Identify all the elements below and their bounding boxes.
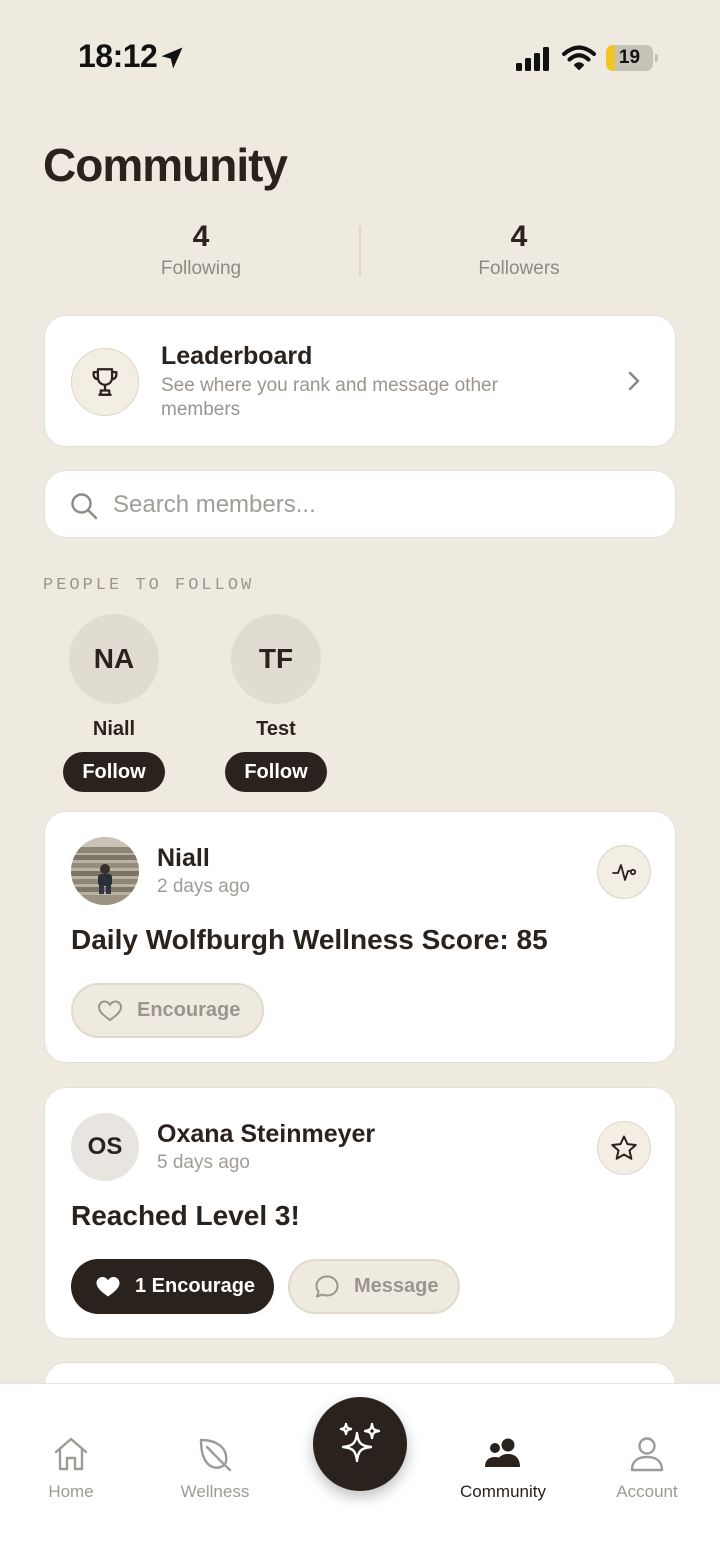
tab-community[interactable]: Community [443, 1434, 563, 1502]
sparkles-icon [339, 1422, 381, 1463]
post-author-name[interactable]: Niall [157, 844, 210, 873]
following-label: Following [160, 258, 242, 279]
trophy-icon [92, 368, 118, 396]
message-label: Message [354, 1275, 439, 1297]
chat-bubble-icon [315, 1275, 339, 1297]
leaf-icon [199, 1438, 232, 1472]
battery-level: 19 [618, 47, 641, 68]
suggested-person-name: Test [256, 718, 296, 740]
followers-count: 4 [510, 220, 528, 253]
followers-stat[interactable]: 4 Followers [360, 218, 678, 280]
post-timestamp: 2 days ago [157, 876, 250, 897]
tab-label: Home [48, 1482, 94, 1501]
home-indicator [226, 1547, 494, 1553]
leaderboard-title: Leaderboard [161, 342, 313, 370]
post-type-badge [597, 1121, 651, 1175]
leaderboard-card[interactable]: Leaderboard See where you rank and messa… [44, 315, 676, 447]
sparkles-action-button[interactable] [313, 1397, 407, 1491]
tab-label: Wellness [180, 1482, 250, 1501]
star-icon [611, 1135, 637, 1160]
person-icon [630, 1437, 664, 1472]
people-to-follow-heading: PEOPLE TO FOLLOW [43, 576, 255, 595]
location-arrow-icon [161, 47, 183, 69]
suggested-person: NA Niall Follow [54, 614, 174, 792]
status-time: 18:12 [78, 38, 158, 74]
tab-account[interactable]: Account [587, 1434, 707, 1502]
post-type-badge [597, 845, 651, 899]
following-count: 4 [192, 220, 210, 253]
page-title: Community [43, 139, 288, 191]
post-author-name[interactable]: Oxana Steinmeyer [157, 1120, 375, 1149]
home-icon [54, 1437, 88, 1471]
leaderboard-subtitle: See where you rank and message other mem… [161, 375, 498, 420]
encourage-button[interactable]: Encourage [71, 983, 264, 1038]
heart-outline-icon [98, 1000, 122, 1021]
search-input[interactable] [113, 485, 653, 525]
followers-label: Followers [478, 258, 560, 279]
message-button[interactable]: Message [288, 1259, 460, 1314]
encourage-button[interactable]: 1 Encourage [71, 1259, 274, 1314]
wifi-icon [562, 45, 596, 70]
suggested-person: TF Test Follow [216, 614, 336, 792]
follow-button[interactable]: Follow [63, 752, 165, 792]
cellular-signal-icon [516, 47, 549, 71]
trophy-icon-circle [71, 348, 139, 416]
chevron-right-icon [628, 371, 640, 391]
avatar[interactable]: NA [69, 614, 159, 704]
people-icon [485, 1438, 520, 1467]
feed-post: OS Oxana Steinmeyer 5 days ago Reached L… [44, 1087, 676, 1339]
heart-filled-icon [96, 1276, 120, 1296]
avatar[interactable] [71, 837, 139, 905]
avatar[interactable]: OS [71, 1113, 139, 1181]
tab-label: Community [460, 1482, 546, 1501]
follow-stats: 4 Following 4 Followers [42, 218, 678, 286]
battery-indicator: 19 [606, 45, 658, 71]
search-bar[interactable] [44, 470, 676, 538]
search-icon [71, 493, 98, 520]
suggested-person-name: Niall [92, 718, 136, 740]
tab-home[interactable]: Home [11, 1434, 131, 1502]
feed-post: Niall 2 days ago Daily Wolfburgh Wellnes… [44, 811, 676, 1063]
follow-button[interactable]: Follow [225, 752, 327, 792]
tab-label: Account [616, 1482, 678, 1501]
post-timestamp: 5 days ago [157, 1152, 250, 1173]
encourage-label: Encourage [137, 999, 241, 1021]
avatar[interactable]: TF [231, 614, 321, 704]
pulse-icon [612, 864, 637, 881]
post-title: Reached Level 3! [71, 1200, 300, 1231]
encourage-label: 1 Encourage [135, 1275, 256, 1297]
following-stat[interactable]: 4 Following [42, 218, 360, 280]
status-bar: 18:12 19 [0, 0, 720, 110]
tab-wellness[interactable]: Wellness [155, 1434, 275, 1502]
post-title: Daily Wolfburgh Wellness Score: 85 [71, 924, 548, 955]
